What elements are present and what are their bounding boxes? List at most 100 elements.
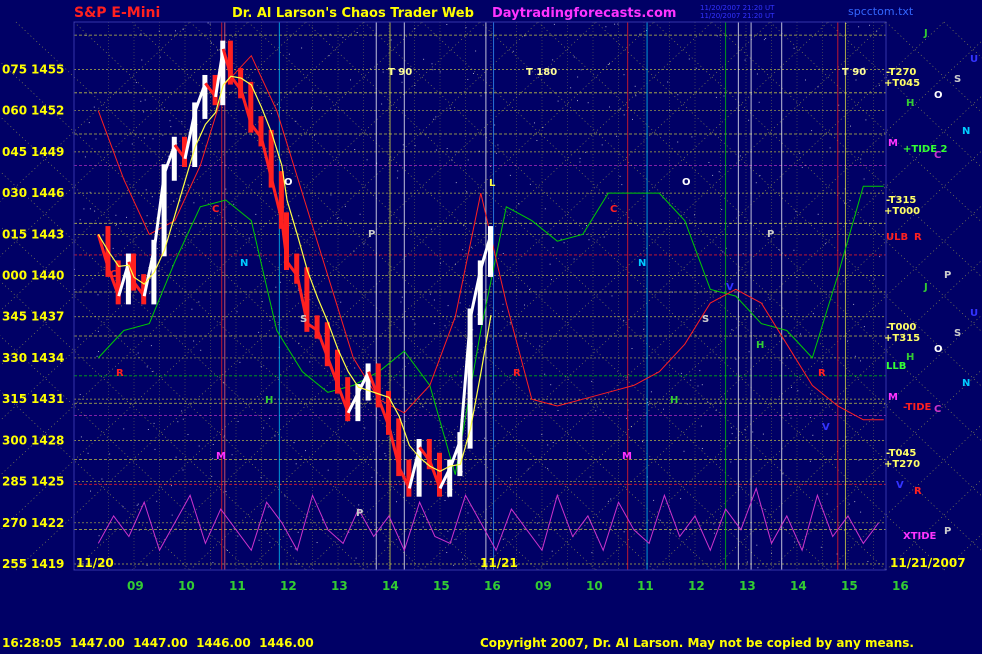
star-dot	[329, 33, 331, 35]
star-dot	[384, 540, 386, 542]
star-dot	[788, 412, 790, 414]
star-dot	[328, 55, 330, 57]
star-dot	[746, 561, 748, 563]
star-dot	[739, 155, 741, 157]
star-dot	[695, 67, 697, 69]
star-dot	[591, 380, 593, 382]
star-dot	[589, 476, 591, 478]
star-dot	[769, 298, 771, 300]
star-dot	[101, 478, 103, 480]
star-dot	[449, 107, 451, 109]
star-dot	[701, 384, 703, 386]
star-dot	[643, 328, 645, 330]
star-dot	[175, 30, 176, 32]
star-dot	[429, 293, 431, 295]
star-dot	[538, 534, 540, 536]
planet-glyph: N	[962, 126, 970, 137]
star-dot	[446, 552, 448, 553]
star-dot	[653, 499, 655, 501]
star-dot	[297, 531, 299, 533]
star-dot	[293, 442, 295, 444]
star-dot	[423, 58, 425, 60]
star-dot	[860, 360, 861, 362]
star-dot	[722, 251, 724, 253]
star-dot	[350, 79, 351, 81]
star-dot	[88, 122, 90, 124]
star-dot	[97, 330, 99, 332]
star-dot	[549, 263, 551, 265]
star-dot	[795, 210, 797, 212]
star-dot	[123, 428, 125, 430]
star-dot	[167, 155, 169, 157]
star-dot	[826, 493, 828, 495]
data-file-name: spcctom.txt	[848, 5, 914, 18]
star-dot	[156, 248, 158, 250]
y-tick-price: 1425	[31, 475, 64, 489]
star-dot	[616, 135, 618, 137]
y-tick-price: 1437	[31, 310, 64, 324]
star-dot	[89, 191, 91, 193]
star-dot	[591, 552, 593, 554]
x-tick-day2: 15	[841, 579, 858, 593]
star-dot	[356, 32, 358, 33]
y-tick-code: 330	[2, 351, 27, 365]
star-dot	[267, 506, 269, 508]
x-tick-day1: 16	[484, 579, 501, 593]
chart-event-marker: V	[822, 422, 830, 433]
star-dot	[512, 50, 514, 52]
star-dot	[502, 303, 504, 305]
star-dot	[544, 373, 546, 375]
chart-event-marker: S	[702, 314, 709, 325]
star-dot	[621, 184, 623, 186]
star-dot	[358, 504, 360, 506]
star-dot	[824, 243, 826, 245]
star-dot	[642, 441, 643, 443]
star-dot	[544, 208, 546, 210]
price-bar	[345, 377, 351, 422]
star-dot	[570, 87, 572, 89]
star-dot	[89, 208, 91, 210]
star-dot	[136, 504, 138, 506]
star-dot	[790, 417, 792, 419]
chart-event-marker: H	[265, 395, 273, 406]
star-dot	[539, 345, 541, 347]
star-dot	[801, 166, 803, 168]
star-dot	[650, 391, 652, 393]
star-dot	[748, 351, 750, 353]
star-dot	[316, 542, 318, 543]
right-level-label: -T045	[886, 448, 916, 459]
star-dot	[878, 84, 880, 86]
y-tick-code: 000	[2, 269, 27, 283]
star-dot	[151, 196, 153, 198]
star-dot	[527, 468, 529, 470]
star-dot	[497, 144, 499, 146]
star-dot	[314, 134, 315, 136]
star-dot	[789, 355, 791, 356]
x-tick-day1: 12	[280, 579, 297, 593]
star-dot	[699, 370, 701, 372]
star-dot	[288, 53, 290, 55]
star-dot	[595, 410, 597, 412]
y-tick-code: 315	[2, 392, 27, 406]
star-dot	[863, 178, 865, 180]
chart-event-marker: M	[216, 451, 226, 462]
star-dot	[848, 503, 850, 505]
x-tick-day2: 13	[739, 579, 756, 593]
star-dot	[484, 437, 486, 439]
star-dot	[397, 170, 399, 172]
planet-glyph: R	[914, 232, 922, 243]
star-dot	[384, 453, 386, 454]
star-dot	[557, 100, 559, 102]
star-dot	[763, 39, 765, 41]
star-dot	[577, 76, 579, 78]
star-dot	[225, 491, 227, 492]
right-level-label: -T270	[886, 67, 916, 78]
star-dot	[354, 407, 356, 409]
star-dot	[470, 246, 472, 248]
x-tick-day1: 11	[229, 579, 246, 593]
y-tick-code: 015	[2, 227, 27, 241]
planet-glyph: U	[970, 54, 978, 65]
star-dot	[258, 539, 260, 541]
x-tick-day2: 11	[637, 579, 654, 593]
star-dot	[623, 114, 625, 116]
